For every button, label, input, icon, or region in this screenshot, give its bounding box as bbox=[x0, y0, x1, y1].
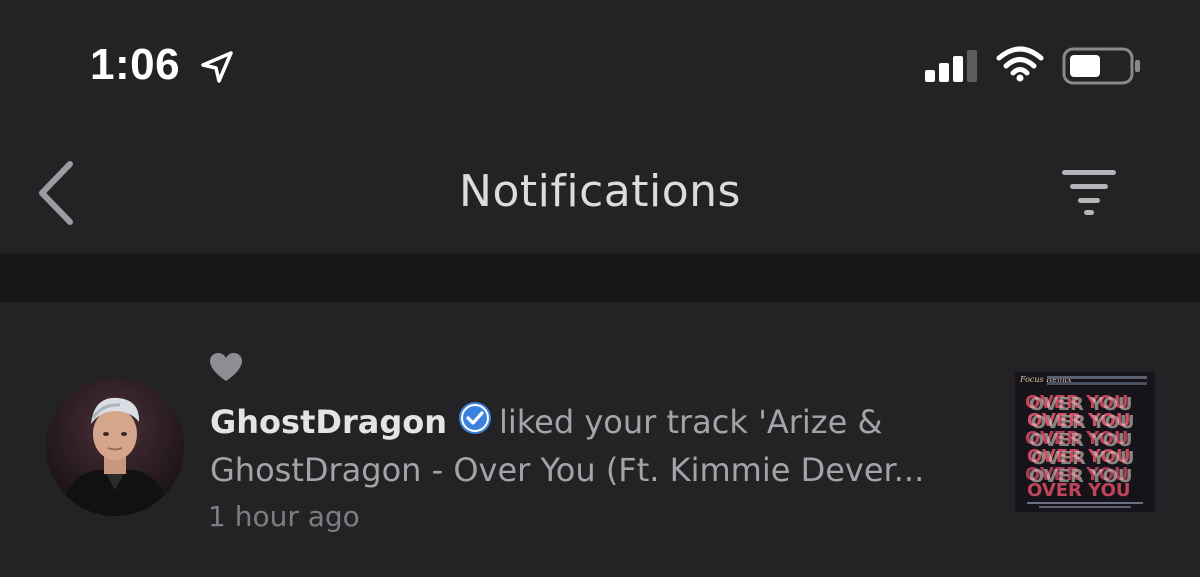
page-title: Notifications bbox=[459, 166, 741, 217]
notification-text: GhostDragon liked your track 'Arize & Gh… bbox=[210, 398, 980, 494]
user-name[interactable]: GhostDragon bbox=[210, 403, 447, 441]
battery-icon bbox=[1062, 47, 1140, 85]
track-artwork-image: Focus Remix OVER YOU OVER YOU OVER YOU O… bbox=[1015, 372, 1155, 512]
svg-text:OVER YOU: OVER YOU bbox=[1029, 466, 1132, 487]
filter-icon[interactable] bbox=[1056, 166, 1122, 218]
heart-icon bbox=[210, 353, 242, 381]
wifi-icon bbox=[996, 46, 1044, 82]
status-time: 1:06 bbox=[90, 40, 181, 89]
nav-bar: Notifications bbox=[0, 130, 1200, 254]
notification-time: 1 hour ago bbox=[208, 500, 360, 533]
location-arrow-icon bbox=[201, 51, 233, 83]
notification-item[interactable]: GhostDragon liked your track 'Arize & Gh… bbox=[0, 302, 1200, 577]
section-divider bbox=[0, 254, 1200, 302]
avatar[interactable] bbox=[46, 378, 184, 516]
avatar-image bbox=[46, 378, 184, 516]
track-artwork[interactable]: Focus Remix OVER YOU OVER YOU OVER YOU O… bbox=[1015, 372, 1155, 512]
cellular-signal-icon bbox=[925, 50, 977, 82]
verified-badge-icon bbox=[458, 402, 491, 434]
status-bar: 1:06 bbox=[0, 0, 1200, 130]
